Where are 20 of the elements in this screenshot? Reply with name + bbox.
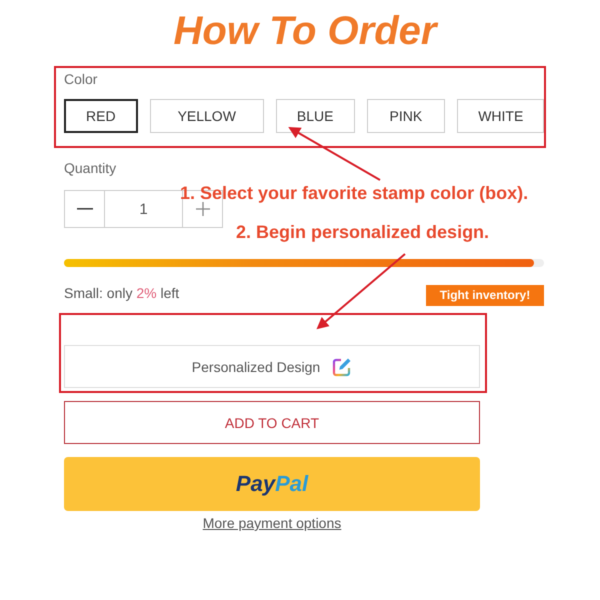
annotation-text: 2. Begin personalized design. — [236, 221, 490, 243]
add-to-cart-button[interactable]: ADD TO CART — [64, 401, 480, 444]
color-label: Color — [64, 70, 98, 88]
stock-message: Small: only 2% left — [64, 285, 180, 301]
quantity-label: Quantity — [64, 159, 116, 177]
minus-icon — [76, 208, 92, 210]
more-payment-options-link[interactable]: More payment options — [202, 514, 342, 532]
paypal-button[interactable]: PayPal — [64, 457, 480, 511]
quantity-field[interactable]: 1 — [105, 190, 182, 228]
color-option[interactable]: RED — [64, 99, 138, 133]
plus-icon — [196, 202, 210, 216]
annotation-text: 1. Select your favorite stamp color (box). — [180, 182, 528, 204]
edit-icon — [332, 356, 352, 376]
color-option[interactable]: YELLOW — [150, 99, 264, 133]
color-option[interactable]: WHITE — [457, 99, 544, 133]
page-title: How To Order — [172, 8, 436, 55]
color-option[interactable]: BLUE — [276, 99, 354, 133]
personalized-design-button[interactable]: Personalized Design — [64, 345, 480, 388]
inventory-badge: Tight inventory! — [426, 284, 544, 306]
color-option[interactable]: PINK — [366, 99, 446, 133]
